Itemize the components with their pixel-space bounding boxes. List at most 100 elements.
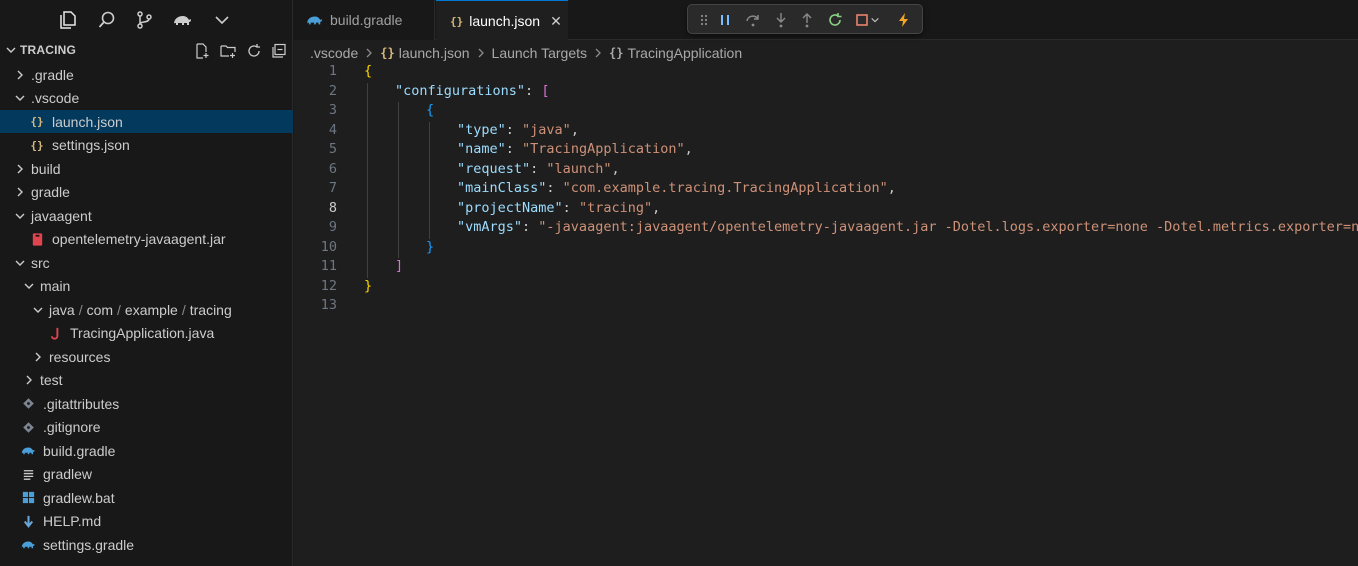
close-tab-icon[interactable]: ✕ <box>550 13 562 30</box>
tree-item-settings-gradle[interactable]: settings.gradle <box>0 533 293 556</box>
tree-item-build[interactable]: build <box>0 157 293 180</box>
code-token: } <box>364 277 373 294</box>
windows-icon <box>20 490 36 506</box>
tree-item-help-md[interactable]: HELP.md <box>0 510 293 533</box>
code-line[interactable]: 13 <box>294 297 1358 317</box>
tab-launch-json[interactable]: {} launch.json ✕ <box>436 0 568 41</box>
code-line[interactable]: 1{ <box>294 63 1358 83</box>
chevron-right-icon <box>21 372 37 388</box>
new-file-icon[interactable] <box>193 42 211 60</box>
tree-item-settings-json[interactable]: {} settings.json <box>0 134 293 157</box>
code-line[interactable]: 10} <box>294 239 1358 259</box>
refresh-icon[interactable] <box>245 42 263 60</box>
code-line[interactable]: 6 "request": "launch", <box>294 161 1358 181</box>
code-line[interactable]: 7 "mainClass": "com.example.tracing.Traci… <box>294 180 1358 200</box>
tree-item-javaagent[interactable]: javaagent <box>0 204 293 227</box>
line-number: 2 <box>328 82 337 99</box>
path-segment[interactable]: tracing <box>190 302 232 318</box>
debug-toolbar <box>687 4 923 34</box>
breadcrumb-item[interactable]: TracingApplication <box>627 45 742 61</box>
breadcrumb-item[interactable]: .vscode <box>310 45 358 61</box>
pause-icon[interactable] <box>716 11 734 29</box>
code-text: } <box>364 278 372 294</box>
tree-item-vscode[interactable]: .vscode <box>0 87 293 110</box>
step-out-icon[interactable] <box>798 11 816 29</box>
tree-item-src[interactable]: src <box>0 251 293 274</box>
code-line[interactable]: 4 "type": "java", <box>294 122 1358 142</box>
collapse-all-icon[interactable] <box>270 42 288 60</box>
code-token: , <box>887 180 896 196</box>
step-into-icon[interactable] <box>772 11 790 29</box>
chevron-right-icon <box>30 349 46 365</box>
code-text: ] <box>395 258 403 274</box>
tree-item-main[interactable]: main <box>0 275 293 298</box>
stop-options-chevron-down-icon[interactable] <box>869 11 881 29</box>
breadcrumb-item[interactable]: launch.json <box>399 45 470 61</box>
tree-item-gradlew[interactable]: gradlew <box>0 463 293 486</box>
tree-item-gradlew-bat[interactable]: gradlew.bat <box>0 486 293 509</box>
code-line[interactable]: 11] <box>294 258 1358 278</box>
tree-item-resources[interactable]: resources <box>0 345 293 368</box>
tree-item-gradle[interactable]: gradle <box>0 181 293 204</box>
code-token: { <box>364 63 373 79</box>
tree-item-gitignore[interactable]: .gitignore <box>0 416 293 439</box>
code-line[interactable]: 5 "name": "TracingApplication", <box>294 141 1358 161</box>
git-file-icon <box>20 396 36 412</box>
search-icon[interactable] <box>95 8 119 32</box>
explorer-section-header[interactable]: TRACING <box>0 40 293 62</box>
tree-item-launch-json[interactable]: {} launch.json <box>0 110 293 133</box>
code-token: , <box>652 199 661 216</box>
more-views-chevron-down-icon[interactable] <box>210 8 234 32</box>
code-token: , <box>684 141 693 157</box>
chevron-down-icon <box>21 278 37 294</box>
tree-item-opentelemetry-javaagent-jar[interactable]: opentelemetry-javaagent.jar <box>0 228 293 251</box>
tree-item-gitattributes[interactable]: .gitattributes <box>0 392 293 415</box>
tab-label: launch.json <box>469 13 541 29</box>
code-text: "name": "TracingApplication", <box>457 141 693 157</box>
source-control-icon[interactable] <box>132 8 156 32</box>
workspace-title: TRACING <box>20 43 77 57</box>
tree-item-gradle[interactable]: .gradle <box>0 63 293 86</box>
tree-item-test[interactable]: test <box>0 369 293 392</box>
code-line[interactable]: 8 "projectName": "tracing", <box>294 200 1358 220</box>
code-token: "type" <box>457 121 506 138</box>
restart-icon[interactable] <box>826 11 844 29</box>
hot-code-replace-lightning-icon[interactable] <box>895 11 913 29</box>
tree-item-tracing[interactable]: java / com / example / tracing <box>0 298 293 321</box>
tree-item-label: .vscode <box>31 90 80 106</box>
step-over-icon[interactable] <box>744 11 762 29</box>
indent-guide <box>367 82 368 278</box>
code-token: "configurations" <box>395 82 526 99</box>
chevron-down-icon <box>12 255 28 271</box>
code-line[interactable]: 3{ <box>294 102 1358 122</box>
chevron-right-icon <box>12 184 28 200</box>
code-token: "TracingApplication" <box>522 141 685 157</box>
path-segment[interactable]: example <box>125 302 178 318</box>
code-token: : <box>505 121 523 138</box>
code-line[interactable]: 9 "vmArgs": "-javaagent:javaagent/opentel… <box>294 219 1358 239</box>
line-number: 11 <box>320 258 337 274</box>
code-line[interactable]: 12} <box>294 278 1358 298</box>
explorer-files-icon[interactable] <box>56 8 80 32</box>
tree-item-tracingapplication-java[interactable]: TracingApplication.java <box>0 322 293 345</box>
code-token: "vmArgs" <box>457 219 523 235</box>
new-folder-icon[interactable] <box>219 42 237 60</box>
tab-build-gradle[interactable]: build.gradle <box>294 0 435 40</box>
explorer-sidebar: TRACING .gradle .vscode {} launch.json {} set… <box>0 0 293 566</box>
chevron-right-icon <box>12 161 28 177</box>
path-segment[interactable]: java <box>49 302 75 318</box>
path-segment[interactable]: com <box>87 302 113 318</box>
line-number: 10 <box>320 238 337 255</box>
breadcrumb-item[interactable]: Launch Targets <box>492 45 587 61</box>
chevron-down-icon <box>12 90 28 106</box>
line-number: 3 <box>328 102 337 118</box>
tree-item-label: .gitattributes <box>43 395 120 412</box>
tree-item-build-gradle[interactable]: build.gradle <box>0 439 293 462</box>
git-file-icon <box>20 419 36 435</box>
code-token: , <box>570 121 579 138</box>
json-icon: {} <box>450 14 464 28</box>
gradle-elephant-icon[interactable] <box>170 8 194 32</box>
code-line[interactable]: 2 "configurations": [ <box>294 83 1358 103</box>
drag-handle-icon[interactable] <box>695 11 713 29</box>
code-token: "name" <box>457 141 506 157</box>
